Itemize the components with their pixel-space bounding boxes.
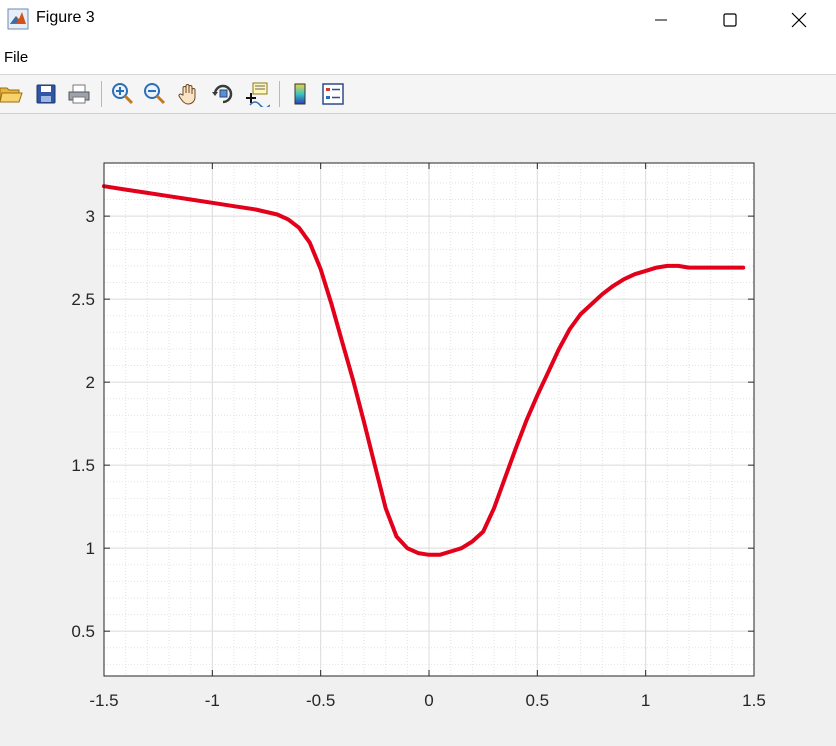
rotate-3d-icon: [212, 84, 233, 104]
close-icon: [791, 12, 807, 28]
zoom-in-button[interactable]: [110, 81, 136, 107]
x-tick-label: 0.5: [526, 691, 550, 710]
x-tick-label: 1: [641, 691, 650, 710]
colorbar-button[interactable]: [287, 81, 313, 107]
data-cursor-button[interactable]: [244, 81, 270, 107]
rotate-button[interactable]: [210, 81, 236, 107]
print-icon: [68, 84, 90, 104]
y-tick-label: 1.5: [71, 456, 95, 475]
y-tick-label: 1: [86, 539, 95, 558]
y-tick-label: 3: [86, 207, 95, 226]
close-button[interactable]: [764, 0, 834, 40]
line-chart[interactable]: -1.5 -1 -0.5 0 0.5 1 1.5 0.5 1 1.5 2 2.5 3: [0, 114, 836, 741]
figure-toolbar: [0, 75, 836, 114]
x-tick-label: 0: [424, 691, 433, 710]
minimize-icon: [655, 19, 667, 21]
x-tick-label: 1.5: [742, 691, 766, 710]
maximize-icon: [723, 13, 737, 27]
print-button[interactable]: [66, 81, 92, 107]
legend-button[interactable]: [320, 81, 346, 107]
figure-canvas: -1.5 -1 -0.5 0 0.5 1 1.5 0.5 1 1.5 2 2.5 3: [0, 114, 836, 741]
y-tick-label: 2.5: [71, 290, 95, 309]
title-bar: Figure 3: [0, 0, 836, 40]
save-button[interactable]: [33, 81, 59, 107]
save-icon: [36, 84, 56, 104]
minimize-button[interactable]: [626, 0, 696, 40]
data-cursor-icon: [246, 82, 270, 107]
menu-file[interactable]: File: [4, 49, 28, 66]
toolbar-separator: [101, 81, 102, 107]
open-button[interactable]: [0, 81, 24, 107]
colorbar-icon: [294, 83, 306, 105]
open-folder-icon: [0, 87, 23, 103]
x-tick-label: -0.5: [306, 691, 335, 710]
legend-icon: [322, 83, 344, 105]
pan-icon: [178, 84, 196, 105]
toolbar-separator: [279, 81, 280, 107]
pan-button[interactable]: [176, 81, 202, 107]
window-title: Figure 3: [36, 9, 95, 26]
y-tick-label: 2: [86, 373, 95, 392]
x-tick-label: -1.5: [89, 691, 118, 710]
zoom-out-button[interactable]: [142, 81, 168, 107]
zoom-in-icon: [112, 83, 134, 105]
maximize-button[interactable]: [695, 0, 765, 40]
x-tick-label: -1: [205, 691, 220, 710]
zoom-out-icon: [144, 83, 166, 105]
matlab-icon: [7, 8, 29, 30]
y-tick-label: 0.5: [71, 622, 95, 641]
menu-bar: File: [0, 40, 836, 75]
